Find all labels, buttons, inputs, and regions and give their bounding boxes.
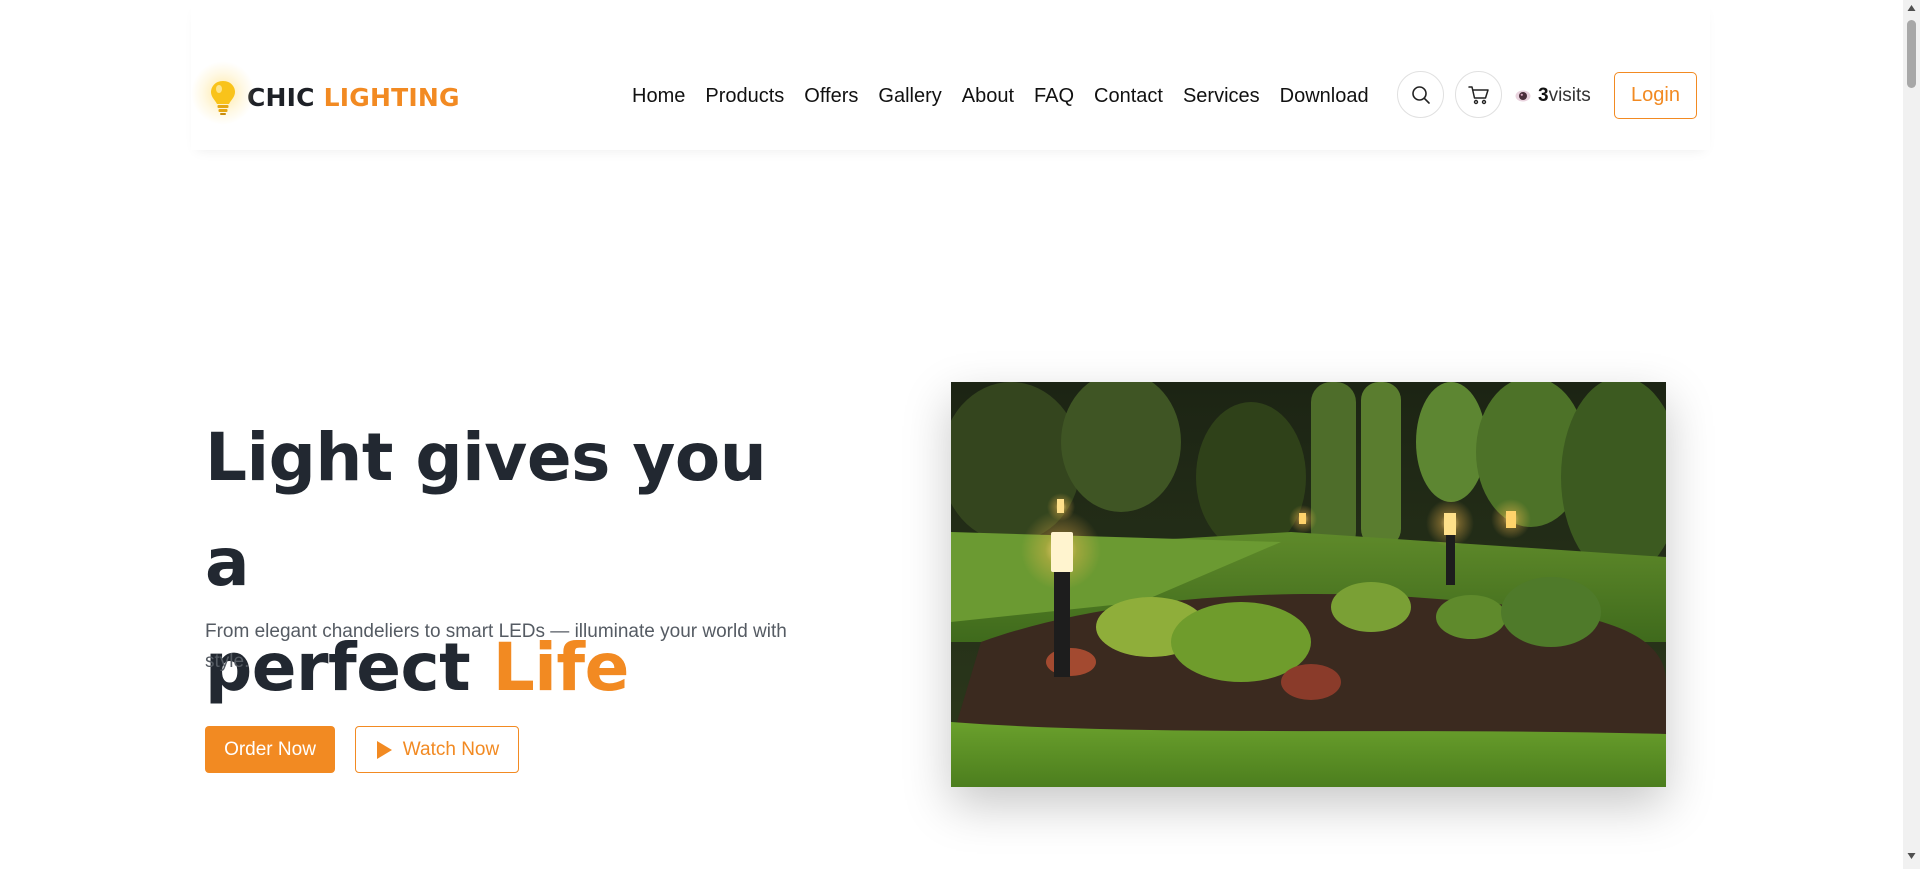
brand-name-accent: LIGHTING [323, 82, 460, 112]
cart-button[interactable] [1455, 71, 1502, 118]
brand-name-dark: CHIC [247, 82, 315, 112]
nav-offers[interactable]: Offers [794, 82, 868, 110]
nav-download[interactable]: Download [1270, 82, 1379, 110]
nav-about[interactable]: About [952, 82, 1024, 110]
scrollbar-thumb[interactable] [1907, 20, 1916, 88]
watch-now-label: Watch Now [402, 738, 500, 760]
nav-services[interactable]: Services [1173, 82, 1270, 110]
login-button[interactable]: Login [1614, 72, 1697, 119]
page-scrollbar[interactable] [1903, 0, 1920, 869]
visits-label: visits [1548, 85, 1591, 106]
lightbulb-icon [191, 61, 255, 125]
cart-icon [1467, 85, 1489, 104]
search-button[interactable] [1397, 71, 1444, 118]
visits-count: 3 [1538, 85, 1549, 106]
hero-title-line1: Light gives you a [205, 419, 767, 601]
garden-lights-image [951, 382, 1666, 787]
play-icon [376, 740, 392, 759]
nav-contact[interactable]: Contact [1084, 82, 1173, 110]
search-icon [1411, 85, 1430, 104]
eye-icon [1515, 90, 1531, 102]
scroll-up-arrow-icon[interactable] [1907, 4, 1916, 12]
scroll-down-arrow-icon[interactable] [1907, 852, 1916, 860]
nav-home[interactable]: Home [622, 82, 695, 110]
nav-faq[interactable]: FAQ [1024, 82, 1084, 110]
site-header: CHIC LIGHTING Home Products Offers Galle… [191, 0, 1710, 150]
nav-gallery[interactable]: Gallery [868, 82, 951, 110]
main-nav: Home Products Offers Gallery About FAQ C… [622, 82, 1379, 110]
visit-counter: 3 visits [1515, 82, 1591, 110]
brand-name: CHIC LIGHTING [247, 83, 460, 112]
nav-products[interactable]: Products [695, 82, 794, 110]
brand-logo[interactable]: CHIC LIGHTING [191, 61, 460, 125]
hero-subtitle: From elegant chandeliers to smart LEDs —… [205, 621, 787, 672]
order-now-button[interactable]: Order Now [205, 726, 335, 773]
watch-now-button[interactable]: Watch Now [355, 726, 519, 773]
